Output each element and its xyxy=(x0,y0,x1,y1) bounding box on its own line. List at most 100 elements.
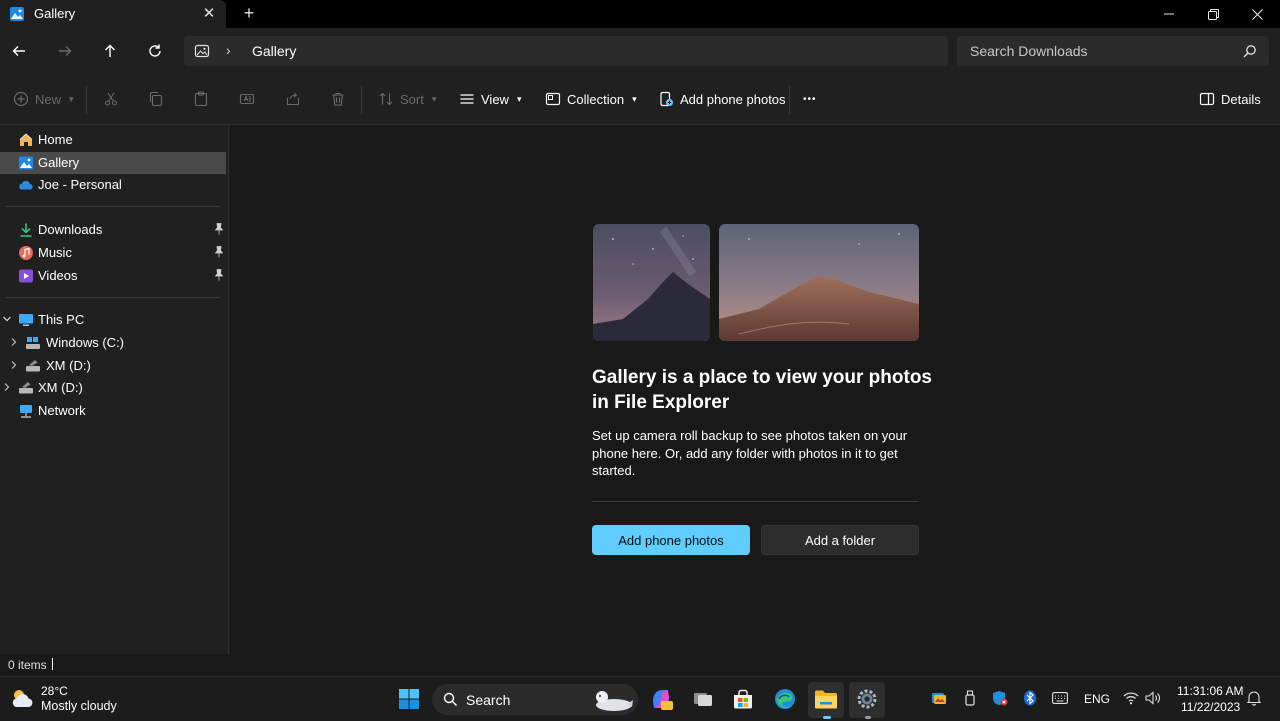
more-options-button[interactable]: ••• xyxy=(803,88,817,110)
collection-icon xyxy=(545,92,561,106)
bluetooth-tray-icon[interactable] xyxy=(1022,690,1038,706)
clock-date[interactable]: 11/22/2023 xyxy=(1181,700,1240,714)
paste-button[interactable] xyxy=(193,88,209,110)
sidebar-item-music[interactable]: Music xyxy=(0,242,226,264)
this-pc-icon xyxy=(19,314,33,326)
keyboard-icon xyxy=(1052,692,1068,704)
desert-mountain-image xyxy=(719,224,919,341)
start-button[interactable] xyxy=(395,685,423,713)
sidebar-item-videos[interactable]: Videos xyxy=(0,265,226,287)
add-folder-button[interactable]: Add a folder xyxy=(761,525,919,555)
share-button[interactable] xyxy=(285,88,301,110)
back-button[interactable] xyxy=(5,37,33,65)
file-explorer-taskbar-icon[interactable] xyxy=(812,685,840,713)
divider xyxy=(361,86,362,114)
sidebar-item-label: XM (D:) xyxy=(38,380,83,395)
address-bar[interactable]: › Gallery xyxy=(184,36,948,66)
taskbar-search[interactable]: Search xyxy=(432,684,638,715)
sidebar-item-windows-c[interactable]: Windows (C:) xyxy=(0,332,226,354)
sidebar-item-xm-d-root[interactable]: XM (D:) xyxy=(0,377,226,399)
search-box[interactable]: Search Downloads xyxy=(957,36,1269,66)
tab-gallery[interactable]: Gallery ✕ xyxy=(0,0,226,28)
microsoft-store-taskbar-icon[interactable] xyxy=(729,685,757,713)
tray-app-icon[interactable] xyxy=(931,690,947,706)
night-sky-mountain-image xyxy=(593,224,710,341)
windows-logo-icon xyxy=(399,689,419,709)
sidebar-item-downloads[interactable]: Downloads xyxy=(0,219,226,241)
copy-button[interactable] xyxy=(148,88,164,110)
sidebar-item-gallery[interactable]: Gallery xyxy=(0,152,226,174)
bluetooth-icon xyxy=(1024,690,1036,706)
details-pane-button[interactable]: Details xyxy=(1199,88,1261,110)
security-tray-icon[interactable] xyxy=(992,690,1008,706)
pin-icon[interactable] xyxy=(213,268,225,282)
title-bar: Gallery ✕ + xyxy=(0,0,1280,28)
copilot-taskbar-icon[interactable] xyxy=(647,685,675,713)
weather-temperature[interactable]: 28°C xyxy=(41,684,68,698)
breadcrumb-gallery[interactable]: Gallery xyxy=(252,43,296,59)
sidebar-item-home[interactable]: Home xyxy=(0,129,226,151)
clock-time[interactable]: 11:31:06 AM xyxy=(1177,684,1244,698)
task-view-taskbar-icon[interactable] xyxy=(689,685,717,713)
new-button[interactable]: New ▾ xyxy=(13,88,74,110)
sidebar-item-xm-d[interactable]: XM (D:) xyxy=(0,355,226,377)
view-button[interactable]: View ▾ xyxy=(459,88,521,110)
restore-button[interactable] xyxy=(1190,0,1236,28)
add-phone-photos-button[interactable]: Add phone photos xyxy=(592,525,750,555)
sidebar-divider xyxy=(6,297,220,298)
usb-drive-icon xyxy=(19,382,33,394)
input-language[interactable]: ENG xyxy=(1084,692,1110,706)
details-pane-icon xyxy=(1199,92,1215,106)
cut-button[interactable] xyxy=(103,88,119,110)
weather-condition[interactable]: Mostly cloudy xyxy=(41,699,117,713)
empty-state-title: Gallery is a place to view your photos i… xyxy=(592,367,932,413)
notifications-button[interactable] xyxy=(1246,690,1262,706)
chevron-down-icon: ▾ xyxy=(632,93,637,104)
new-tab-button[interactable]: + xyxy=(238,2,260,24)
sidebar-item-onedrive[interactable]: Joe - Personal xyxy=(0,174,226,196)
cloudy-weather-icon[interactable] xyxy=(10,687,36,709)
usb-tray-icon[interactable] xyxy=(962,690,978,706)
sidebar-item-label: Joe - Personal xyxy=(38,177,122,192)
running-app-indicator xyxy=(865,716,871,719)
tab-close-icon[interactable]: ✕ xyxy=(199,3,219,23)
forward-button[interactable] xyxy=(51,37,79,65)
details-label: Details xyxy=(1221,91,1261,107)
gallery-empty-state: Gallery is a place to view your photos i… xyxy=(230,125,1280,654)
sort-label: Sort xyxy=(400,91,424,107)
minimize-button[interactable] xyxy=(1146,0,1192,28)
settings-taskbar-icon[interactable] xyxy=(853,685,881,713)
chevron-down-icon[interactable] xyxy=(2,313,12,325)
wifi-tray-icon[interactable] xyxy=(1123,690,1139,706)
wifi-icon xyxy=(1123,692,1139,705)
refresh-button[interactable] xyxy=(141,37,169,65)
pin-icon[interactable] xyxy=(213,245,225,259)
paste-icon xyxy=(194,91,208,107)
sidebar-item-this-pc[interactable]: This PC xyxy=(0,309,226,331)
videos-icon xyxy=(19,269,33,283)
chevron-right-icon[interactable] xyxy=(9,359,19,371)
sidebar-item-network[interactable]: Network xyxy=(0,400,226,422)
up-button[interactable] xyxy=(96,37,124,65)
chevron-right-icon[interactable] xyxy=(9,336,19,348)
arrow-up-icon xyxy=(105,44,115,57)
delete-button[interactable] xyxy=(330,88,346,110)
rename-button[interactable] xyxy=(239,88,255,110)
close-window-button[interactable] xyxy=(1234,0,1280,28)
chevron-right-icon[interactable] xyxy=(2,381,12,393)
chevron-right-icon[interactable]: › xyxy=(226,42,231,58)
sidebar-item-label: Windows (C:) xyxy=(46,335,125,350)
collection-label: Collection xyxy=(567,91,625,107)
gallery-app-icon xyxy=(10,7,24,21)
collection-button[interactable]: Collection ▾ xyxy=(545,88,637,110)
pin-icon[interactable] xyxy=(213,222,225,236)
add-phone-photos-command[interactable]: Add phone photos xyxy=(658,88,786,110)
music-icon xyxy=(19,246,33,260)
add-phone-photos-label: Add phone photos xyxy=(680,91,786,107)
volume-tray-icon[interactable] xyxy=(1145,690,1161,706)
search-input[interactable]: Search Downloads xyxy=(970,43,1088,59)
sidebar-item-label: XM (D:) xyxy=(46,358,91,373)
sort-button[interactable]: Sort ▾ xyxy=(378,88,436,110)
edge-taskbar-icon[interactable] xyxy=(771,685,799,713)
keyboard-tray-icon[interactable] xyxy=(1052,690,1068,706)
